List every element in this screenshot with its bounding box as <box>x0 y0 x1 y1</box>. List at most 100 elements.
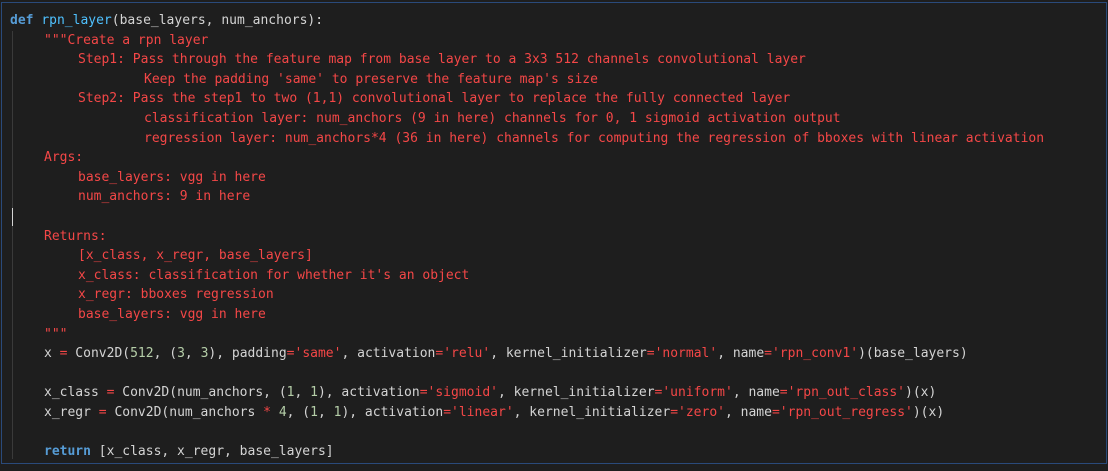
code-line-10: num_anchors: 9 in here <box>10 187 1106 207</box>
code-token: , name <box>717 346 765 362</box>
code-line-16: base_layers: vgg in here <box>10 305 1106 325</box>
docstring-text: num_anchors: 9 in here <box>78 189 251 205</box>
operator: = <box>443 404 452 420</box>
docstring-text: x_regr: bboxes regression <box>78 287 274 303</box>
code-token: )(base_layers) <box>858 346 968 362</box>
number-literal: 4 <box>278 404 287 420</box>
operator: = <box>646 346 655 362</box>
code-line-5: Step2: Pass the step1 to two (1,1) convo… <box>10 89 1106 109</box>
code-token: , name <box>725 404 772 420</box>
code-line-13: [x_class, x_regr, base_layers] <box>10 246 1106 266</box>
code-line-18: x = Conv2D(512, (3, 3), padding ='same', … <box>10 344 1106 364</box>
code-token: x_regr <box>44 404 99 420</box>
code-line-21: x_regr = Conv2D(num_anchors * 4, (1, 1),… <box>10 403 1106 423</box>
function-signature: (base_layers, num_anchors): <box>111 13 324 28</box>
code-token: , <box>294 385 311 401</box>
string-literal: 'uniform' <box>662 385 733 401</box>
string-literal: 'rpn_out_regress' <box>779 404 913 420</box>
number-literal: 3 <box>200 346 209 362</box>
code-token: , kernel_initializer <box>490 346 647 362</box>
code-block[interactable]: def rpn_layer (base_layers, num_anchors):… <box>10 11 1106 462</box>
code-token: x <box>44 346 60 362</box>
number-literal: 3 <box>177 346 185 362</box>
code-token: ), activation <box>341 404 444 420</box>
operator: = <box>764 346 772 362</box>
code-line-20: x_class = Conv2D(num_anchors, (1, 1), ac… <box>10 383 1106 403</box>
docstring-text: """ <box>44 326 68 342</box>
number-literal: 512 <box>130 346 154 362</box>
code-token: ), padding <box>208 346 287 362</box>
code-line-3: Step1: Pass through the feature map from… <box>10 50 1106 70</box>
operator: = <box>98 404 107 420</box>
number-literal: 1 <box>333 404 342 420</box>
docstring-text: """Create a rpn layer <box>44 32 209 48</box>
code-line-6: classification layer: num_anchors (9 in … <box>10 109 1106 129</box>
code-line-14: x_class: classification for whether it's… <box>10 266 1106 286</box>
code-token: , ( <box>286 404 311 420</box>
code-line-2: """Create a rpn layer <box>10 31 1106 51</box>
docstring-text: Step1: Pass through the feature map from… <box>78 52 806 68</box>
docstring-text: Keep the padding 'same' to preserve the … <box>144 71 598 87</box>
string-literal: 'sigmoid' <box>427 385 498 401</box>
operator: = <box>419 385 428 401</box>
number-literal: 1 <box>310 404 318 420</box>
code-line-1: def rpn_layer (base_layers, num_anchors): <box>10 11 1106 31</box>
operator: = <box>670 404 679 420</box>
docstring-text: classification layer: num_anchors (9 in … <box>144 110 841 126</box>
code-token: [x_class, x_regr, base_layers] <box>90 444 334 460</box>
code-token: , activation <box>341 346 436 362</box>
code-line-12: Returns: <box>10 227 1106 247</box>
code-token: , <box>184 346 201 362</box>
docstring-text: Step2: Pass the step1 to two (1,1) convo… <box>78 91 791 107</box>
code-token: ), activation <box>317 385 420 401</box>
operator: = <box>286 346 295 362</box>
code-token: , <box>317 404 334 420</box>
function-name: rpn_layer <box>41 13 112 28</box>
code-line-15: x_regr: bboxes regression <box>10 285 1106 305</box>
number-literal: 1 <box>310 385 318 401</box>
keyword-return: return <box>44 444 91 460</box>
code-editor[interactable]: def rpn_layer (base_layers, num_anchors):… <box>1 2 1107 464</box>
code-token: , name <box>732 385 780 401</box>
code-token: , kernel_initializer <box>513 404 671 420</box>
operator: = <box>59 346 68 362</box>
code-token: )(x) <box>905 385 937 401</box>
docstring-text: [x_class, x_regr, base_layers] <box>78 248 313 264</box>
string-literal: 'same' <box>294 346 342 362</box>
code-token: , kernel_initializer <box>497 385 655 401</box>
string-literal: 'zero' <box>678 404 725 420</box>
code-line-23: return [x_class, x_regr, base_layers] <box>10 442 1106 462</box>
operator: = <box>771 404 780 420</box>
code-token: Conv2D(num_anchors, ( <box>114 385 287 401</box>
code-token: Conv2D( <box>67 346 131 362</box>
keyword-def: def <box>10 13 34 28</box>
code-token: )(x) <box>912 404 945 420</box>
operator: = <box>435 346 444 362</box>
docstring-text: Returns: <box>44 228 107 244</box>
string-literal: 'relu' <box>443 346 491 362</box>
code-token: x_class <box>44 385 107 401</box>
operator: = <box>654 385 663 401</box>
code-token: , ( <box>153 346 178 362</box>
number-literal: 1 <box>286 385 295 401</box>
docstring-text: base_layers: vgg in here <box>78 306 266 322</box>
code-line-8: Args: <box>10 148 1106 168</box>
code-line-4: Keep the padding 'same' to preserve the … <box>10 70 1106 90</box>
operator: = <box>106 385 115 401</box>
string-literal: 'linear' <box>451 404 514 420</box>
docstring-text: Args: <box>44 150 84 166</box>
code-token: Conv2D(num_anchors <box>106 404 264 420</box>
operator: = <box>779 385 788 401</box>
docstring-text: x_class: classification for whether it's… <box>78 267 470 283</box>
string-literal: 'rpn_out_class' <box>787 385 906 401</box>
code-line-9: base_layers: vgg in here <box>10 168 1106 188</box>
docstring-text: base_layers: vgg in here <box>78 169 266 185</box>
string-literal: 'normal' <box>654 346 718 362</box>
string-literal: 'rpn_conv1' <box>771 346 859 362</box>
operator: * <box>263 404 271 420</box>
docstring-text: regression layer: num_anchors*4 (36 in h… <box>144 130 1045 146</box>
